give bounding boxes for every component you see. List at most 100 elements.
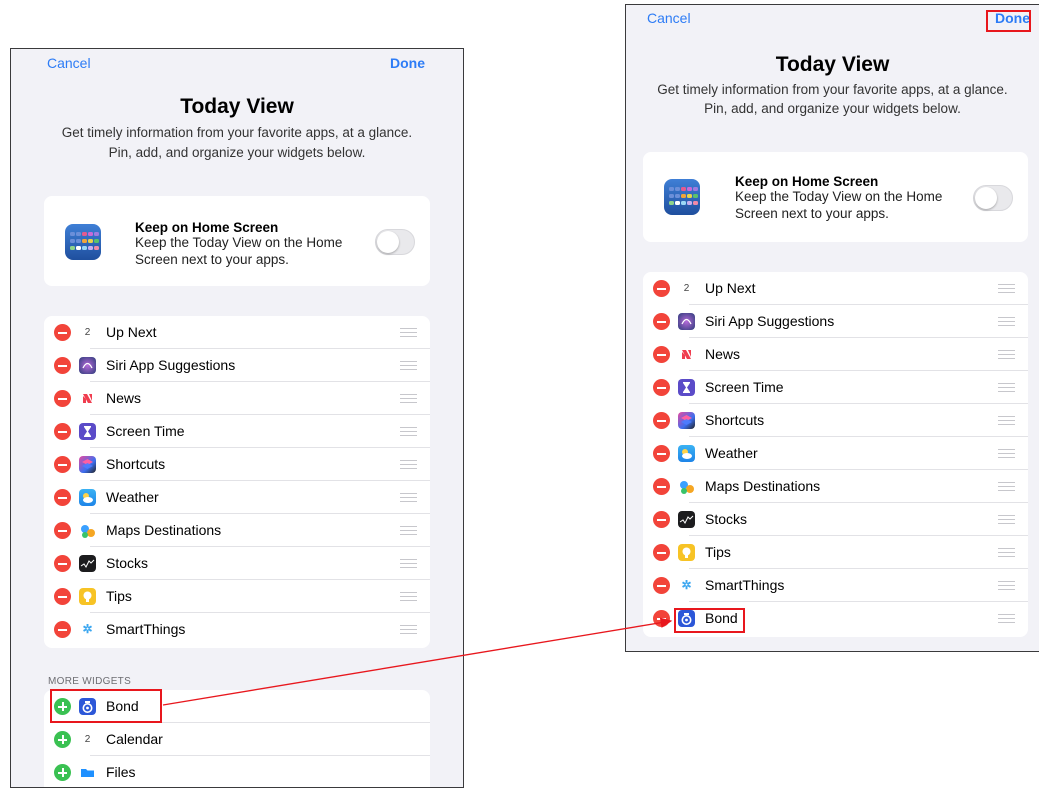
widget-row-maps-destinations[interactable]: Maps Destinations	[643, 470, 1028, 503]
reorder-handle-icon[interactable]	[400, 625, 417, 634]
keep-home-title: Keep on Home Screen	[135, 220, 279, 235]
news-icon	[678, 346, 695, 363]
add-widget-icon[interactable]	[54, 731, 71, 748]
remove-widget-icon[interactable]	[653, 346, 670, 363]
widget-label: Shortcuts	[705, 412, 765, 428]
remove-widget-icon[interactable]	[54, 456, 71, 473]
remove-widget-icon[interactable]	[653, 280, 670, 297]
widget-row-shortcuts[interactable]: Shortcuts	[643, 404, 1028, 437]
remove-widget-icon[interactable]	[54, 390, 71, 407]
remove-widget-icon[interactable]	[54, 423, 71, 440]
widget-row-tips[interactable]: Tips	[643, 536, 1028, 569]
page-title: Today View	[775, 53, 890, 76]
widget-row-calendar[interactable]: 2 Calendar	[44, 723, 430, 756]
widget-row-smartthings[interactable]: ✲ SmartThings	[44, 613, 430, 646]
reorder-handle-icon[interactable]	[998, 449, 1015, 458]
remove-widget-icon[interactable]	[653, 412, 670, 429]
keep-home-toggle[interactable]	[375, 229, 415, 255]
reorder-handle-icon[interactable]	[400, 526, 417, 535]
widget-label: SmartThings	[705, 577, 785, 593]
widget-row-weather[interactable]: Weather	[44, 481, 430, 514]
remove-widget-icon[interactable]	[54, 489, 71, 506]
remove-widget-icon[interactable]	[653, 511, 670, 528]
reorder-handle-icon[interactable]	[998, 581, 1015, 590]
widget-row-shortcuts[interactable]: Shortcuts	[44, 448, 430, 481]
hourglass-icon	[678, 379, 695, 396]
remove-widget-icon[interactable]	[653, 379, 670, 396]
stocks-icon	[678, 511, 695, 528]
widget-row-screen-time[interactable]: Screen Time	[643, 371, 1028, 404]
reorder-handle-icon[interactable]	[400, 493, 417, 502]
reorder-handle-icon[interactable]	[998, 515, 1015, 524]
widget-label: Stocks	[106, 555, 149, 571]
siri-icon	[79, 357, 96, 374]
remove-widget-icon[interactable]	[54, 522, 71, 539]
bond-highlight-box	[674, 608, 745, 633]
keep-home-desc-2: Screen next to your apps.	[135, 252, 289, 267]
widget-row-stocks[interactable]: Stocks	[44, 547, 430, 580]
done-button[interactable]: Done	[390, 55, 425, 71]
more-widgets-header: MORE WIDGETS	[48, 676, 132, 687]
widget-row-screen-time[interactable]: Screen Time	[44, 415, 430, 448]
reorder-handle-icon[interactable]	[400, 328, 417, 337]
reorder-handle-icon[interactable]	[998, 317, 1015, 326]
widget-row-siri-app-suggestions[interactable]: Siri App Suggestions	[643, 305, 1028, 338]
remove-widget-icon[interactable]	[653, 577, 670, 594]
widget-row-files[interactable]: Files	[44, 756, 430, 787]
reorder-handle-icon[interactable]	[998, 383, 1015, 392]
remove-widget-icon[interactable]	[653, 544, 670, 561]
remove-widget-icon[interactable]	[653, 610, 670, 627]
remove-widget-icon[interactable]	[653, 313, 670, 330]
maps-icon	[79, 522, 96, 539]
reorder-handle-icon[interactable]	[400, 394, 417, 403]
widget-label: Tips	[705, 544, 731, 560]
remove-widget-icon[interactable]	[54, 357, 71, 374]
widget-row-stocks[interactable]: Stocks	[643, 503, 1028, 536]
widget-label: SmartThings	[106, 621, 186, 637]
reorder-handle-icon[interactable]	[998, 416, 1015, 425]
remove-widget-icon[interactable]	[54, 324, 71, 341]
widget-label: News	[705, 346, 741, 362]
add-widget-icon[interactable]	[54, 764, 71, 781]
news-icon	[79, 390, 96, 407]
folder-icon	[79, 764, 96, 781]
reorder-handle-icon[interactable]	[400, 592, 417, 601]
reorder-handle-icon[interactable]	[998, 350, 1015, 359]
tips-icon	[79, 588, 96, 605]
reorder-handle-icon[interactable]	[998, 482, 1015, 491]
calendar-icon: 2	[79, 324, 96, 341]
done-highlight-box	[986, 10, 1031, 32]
reorder-handle-icon[interactable]	[998, 548, 1015, 557]
widget-row-up-next[interactable]: 2 Up Next	[44, 316, 430, 349]
keep-home-desc-2: Screen next to your apps.	[735, 206, 889, 221]
reorder-handle-icon[interactable]	[400, 559, 417, 568]
keep-home-toggle[interactable]	[973, 185, 1013, 211]
calendar-icon: 2	[79, 731, 96, 748]
widget-row-weather[interactable]: Weather	[643, 437, 1028, 470]
widget-label: Up Next	[106, 324, 157, 340]
subtitle-line-2: Pin, add, and organize your widgets belo…	[108, 145, 366, 160]
reorder-handle-icon[interactable]	[400, 460, 417, 469]
cancel-button[interactable]: Cancel	[647, 10, 691, 26]
widget-row-tips[interactable]: Tips	[44, 580, 430, 613]
today-view-edit-after: Cancel Done Today View Get timely inform…	[625, 4, 1039, 652]
remove-widget-icon[interactable]	[54, 621, 71, 638]
reorder-handle-icon[interactable]	[400, 361, 417, 370]
cancel-button[interactable]: Cancel	[47, 55, 91, 71]
reorder-handle-icon[interactable]	[998, 284, 1015, 293]
widget-row-news[interactable]: News	[643, 338, 1028, 371]
widget-row-smartthings[interactable]: ✲ SmartThings	[643, 569, 1028, 602]
bond-add-highlight-box	[50, 689, 162, 723]
widget-row-news[interactable]: News	[44, 382, 430, 415]
widget-label: Tips	[106, 588, 132, 604]
reorder-handle-icon[interactable]	[998, 614, 1015, 623]
nav-bar: Cancel Done	[626, 10, 1039, 31]
reorder-handle-icon[interactable]	[400, 427, 417, 436]
widget-row-maps-destinations[interactable]: Maps Destinations	[44, 514, 430, 547]
remove-widget-icon[interactable]	[653, 478, 670, 495]
widget-row-siri-app-suggestions[interactable]: Siri App Suggestions	[44, 349, 430, 382]
remove-widget-icon[interactable]	[653, 445, 670, 462]
remove-widget-icon[interactable]	[54, 555, 71, 572]
widget-row-up-next[interactable]: 2 Up Next	[643, 272, 1028, 305]
remove-widget-icon[interactable]	[54, 588, 71, 605]
